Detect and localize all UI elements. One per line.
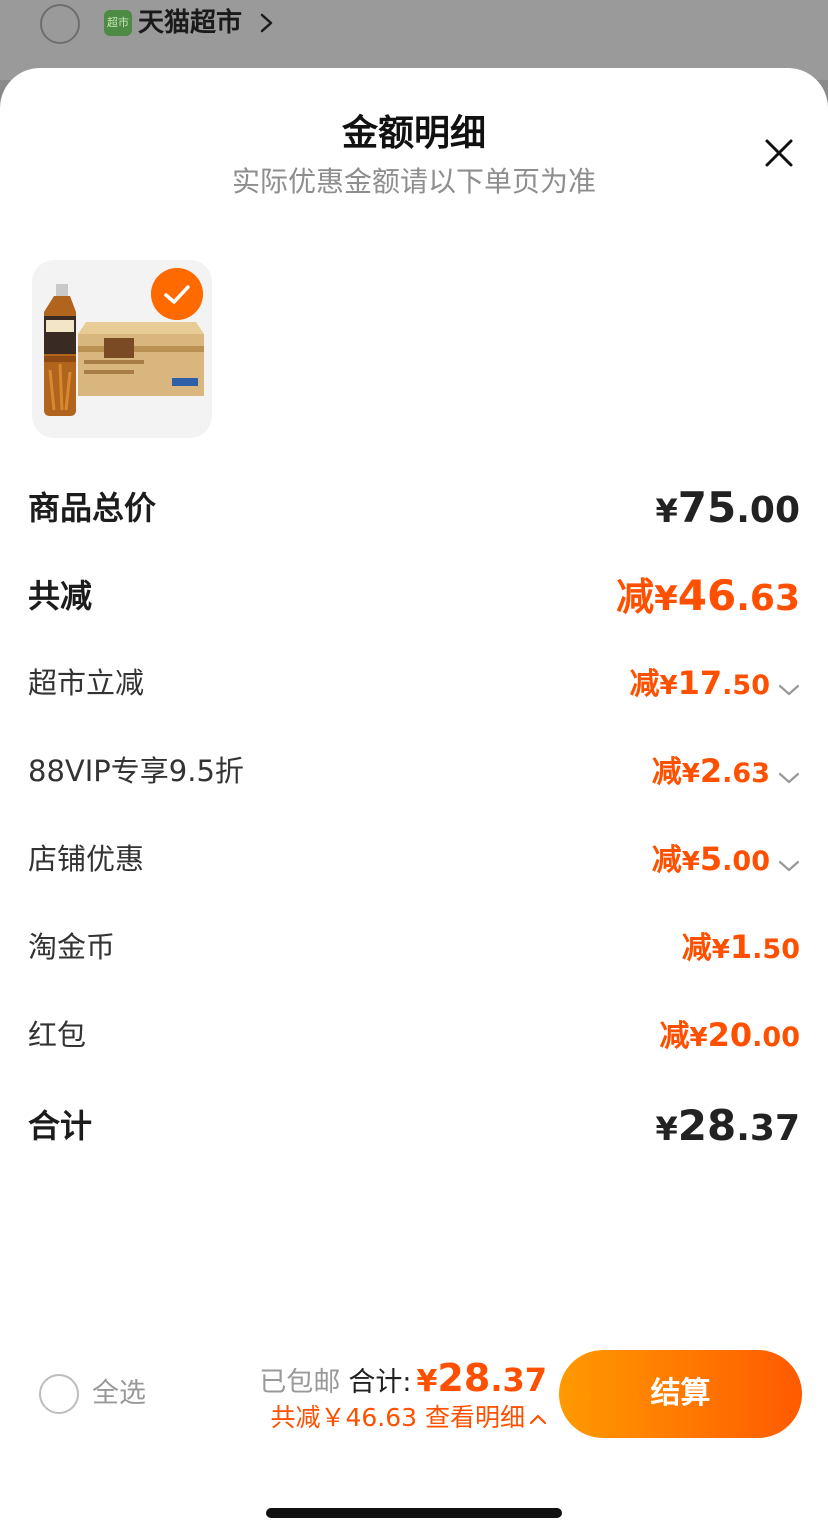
discount-summary-link[interactable]: 共减￥46.63 查看明细 [222, 1400, 547, 1436]
discount-label: 超市立减 [28, 666, 145, 700]
checkout-button[interactable]: 结算 [559, 1350, 802, 1438]
amount-details-sheet: 金额明细 实际优惠金额请以下单页为准 商品总价 ¥75.00 共减 减¥46.6… [0, 68, 828, 1537]
total-amount: ¥28.37 [416, 1356, 547, 1400]
sheet-subtitle: 实际优惠金额请以下单页为准 [231, 165, 596, 198]
free-shipping-label: 已包邮 [259, 1367, 341, 1398]
discount-row: 红包 减¥20.00 [28, 1010, 800, 1060]
discount-row[interactable]: 超市立减 减¥17.50 [28, 658, 800, 708]
store-select-radio [40, 4, 80, 44]
select-all-radio[interactable] [39, 1374, 79, 1414]
home-indicator[interactable] [266, 1508, 562, 1518]
chevron-up-icon[interactable] [529, 1413, 547, 1425]
chevron-right-icon [260, 13, 273, 33]
discount-row[interactable]: 88VIP专享9.5折 减¥2.63 [28, 746, 800, 796]
discount-row[interactable]: 店铺优惠 减¥5.00 [28, 834, 800, 884]
discount-row: 淘金币 减¥1.50 [28, 922, 800, 972]
view-details-link[interactable]: 查看明细 [425, 1403, 525, 1432]
discount-amount: 减¥1.50 [681, 928, 800, 966]
discount-amount: 减¥5.00 [652, 834, 800, 890]
total-label: 合计: [348, 1367, 412, 1398]
sheet-title: 金额明细 [341, 113, 486, 154]
total-discount-amount: 减¥46.63 [616, 571, 800, 620]
discount-label: 淘金币 [28, 930, 116, 964]
close-icon[interactable] [756, 130, 802, 176]
discount-label: 店铺优惠 [28, 842, 145, 876]
selected-check-icon[interactable] [151, 268, 203, 320]
discount-label: 88VIP专享9.5折 [28, 754, 244, 788]
discount-amount: 减¥2.63 [652, 746, 800, 802]
subtotal-row: 商品总价 ¥75.00 [28, 483, 800, 533]
tmall-supermarket-icon: 超市 [104, 10, 132, 36]
select-all-label[interactable]: 全选 [92, 1374, 146, 1414]
discount-summary: 共减￥46.63 [270, 1403, 418, 1432]
store-name: 天猫超市 [138, 8, 243, 38]
total-discount-row: 共减 减¥46.63 [28, 571, 800, 621]
grand-total-label: 合计 [28, 1107, 93, 1145]
discount-label: 红包 [28, 1018, 87, 1052]
subtotal-label: 商品总价 [28, 489, 157, 527]
total-discount-label: 共减 [28, 577, 93, 615]
chevron-down-icon[interactable] [778, 771, 800, 785]
grand-total-amount: ¥28.37 [655, 1101, 801, 1150]
chevron-down-icon[interactable] [778, 683, 800, 697]
chevron-down-icon[interactable] [778, 859, 800, 873]
subtotal-amount: ¥75.00 [655, 483, 801, 532]
grand-total-row: 合计 ¥28.37 [28, 1101, 800, 1151]
discount-amount: 减¥17.50 [630, 658, 800, 714]
discount-amount: 减¥20.00 [659, 1016, 800, 1054]
